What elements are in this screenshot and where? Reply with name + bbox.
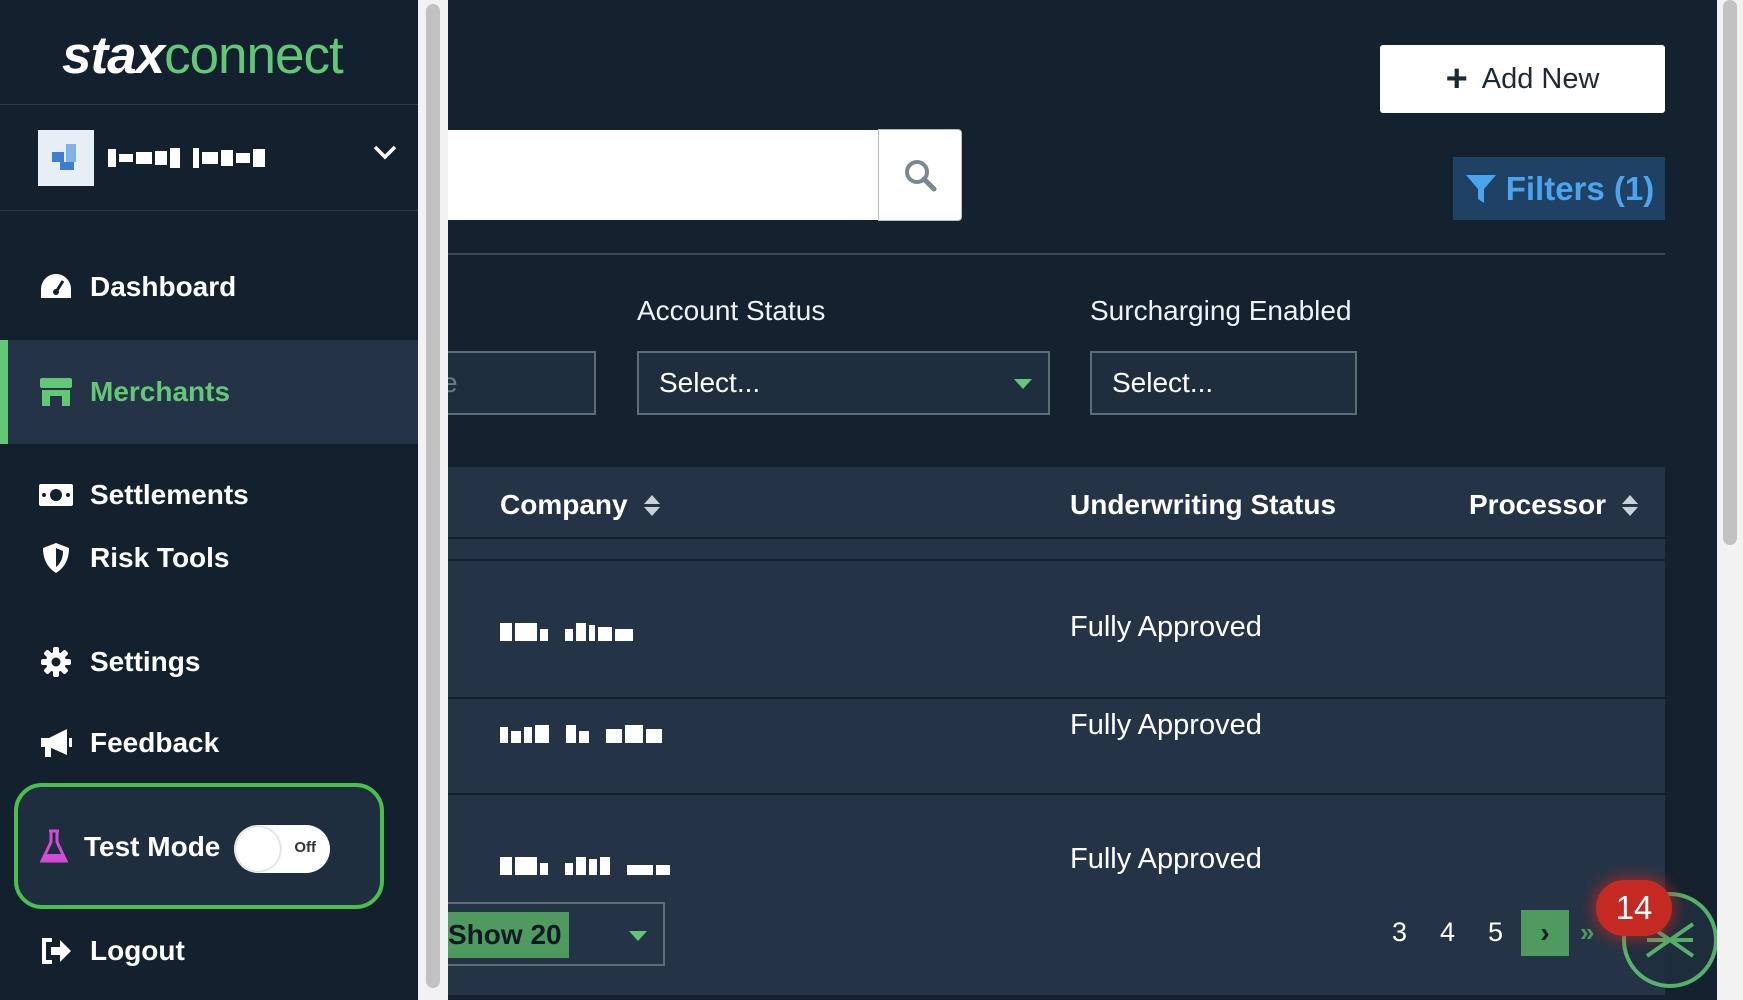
underwriting-status-cell: Fully Approved — [1070, 709, 1262, 741]
sidebar-divider — [0, 210, 418, 211]
table-header: Company Underwriting Status Processor — [440, 467, 1665, 539]
sidebar-item-label: Merchants — [90, 376, 231, 407]
megaphone-icon — [38, 725, 74, 761]
page-size-select[interactable]: Show 20 — [440, 902, 665, 966]
sidebar-item-feedback[interactable]: Feedback — [0, 718, 418, 768]
sidebar-item-merchants[interactable]: Merchants — [0, 340, 418, 444]
notification-badge: 14 — [1596, 880, 1672, 936]
sidebar-item-dashboard[interactable]: Dashboard — [0, 262, 418, 312]
account-avatar — [38, 130, 94, 186]
account-status-value: Select... — [659, 367, 761, 398]
page-scrollbar[interactable] — [1717, 0, 1743, 1000]
search-icon — [905, 160, 937, 192]
sidebar-scrollbar-thumb[interactable] — [426, 4, 440, 988]
next-page-button[interactable]: › — [1521, 910, 1569, 956]
sidebar-item-settings[interactable]: Settings — [0, 637, 418, 687]
sort-icon — [643, 494, 660, 516]
sidebar-item-logout[interactable]: Logout — [0, 926, 418, 976]
test-mode-label: Test Mode — [84, 831, 221, 862]
column-company[interactable]: Company — [500, 489, 660, 521]
add-new-label: Add New — [1481, 62, 1600, 95]
table-row[interactable]: Fully Approved — [440, 795, 1665, 885]
page-link-5[interactable]: 5 — [1488, 917, 1503, 948]
sidebar-item-settlements[interactable]: Settlements — [0, 470, 418, 520]
sidebar-item-label: Risk Tools — [90, 542, 230, 573]
gear-icon — [38, 644, 74, 680]
dashboard-gauge-icon — [38, 269, 74, 305]
filters-divider — [447, 253, 1665, 255]
underwriting-status-cell: Fully Approved — [1070, 843, 1262, 875]
page-size-value: Show 20 — [442, 912, 569, 958]
caret-down-icon — [629, 931, 647, 941]
sidebar-item-label: Dashboard — [90, 271, 237, 302]
page-scrollbar-thumb[interactable] — [1723, 0, 1737, 545]
sidebar-scrollbar[interactable] — [418, 0, 448, 1000]
search-input[interactable] — [440, 130, 880, 220]
sidebar-item-label: Feedback — [90, 727, 220, 758]
surcharging-value: Select... — [1112, 367, 1214, 398]
account-status-select[interactable]: Select... — [637, 351, 1050, 415]
store-icon — [38, 374, 74, 410]
company-name-redacted — [500, 725, 662, 743]
shield-icon — [38, 540, 74, 576]
sign-out-icon — [38, 933, 74, 969]
caret-down-icon — [1014, 379, 1032, 389]
staxconnect-logo[interactable]: staxconnect — [62, 26, 344, 86]
filters-button[interactable]: Filters (1) — [1453, 157, 1665, 220]
table-row[interactable]: Fully Approved — [440, 699, 1665, 795]
company-name-redacted — [500, 857, 670, 875]
test-mode-panel: Test Mode Off — [14, 783, 384, 909]
sidebar: staxconnect Dashboard Merchants Settleme… — [0, 0, 418, 1000]
column-underwriting-status: Underwriting Status — [1070, 489, 1336, 521]
logo-connect-text: connect — [164, 26, 344, 85]
flask-icon — [40, 829, 68, 863]
sidebar-item-risk-tools[interactable]: Risk Tools — [0, 533, 418, 583]
last-page-button[interactable]: » — [1580, 917, 1594, 948]
toggle-state-label: Off — [294, 839, 316, 856]
column-underwriting-label: Underwriting Status — [1070, 489, 1337, 520]
sidebar-item-label: Settings — [90, 646, 201, 677]
filter-funnel-icon — [1465, 174, 1496, 203]
logo-stax-text: stax — [62, 26, 165, 85]
chevron-down-icon — [373, 145, 397, 160]
toggle-knob — [236, 827, 280, 871]
account-switcher[interactable] — [38, 128, 398, 188]
table-row[interactable]: Fully Approved — [440, 563, 1665, 699]
partial-filter-input[interactable]: e — [440, 351, 596, 415]
search-button[interactable] — [878, 129, 962, 221]
page-link-4[interactable]: 4 — [1440, 917, 1455, 948]
column-processor[interactable]: Processor — [1469, 489, 1638, 521]
column-processor-label: Processor — [1469, 489, 1606, 520]
sidebar-divider — [0, 104, 418, 105]
test-mode-toggle[interactable]: Off — [234, 825, 330, 873]
sidebar-item-label: Settlements — [90, 479, 249, 510]
table-spacer — [440, 541, 1665, 561]
filters-label: Filters (1) — [1505, 169, 1655, 207]
add-new-button[interactable]: + Add New — [1380, 45, 1665, 113]
column-company-label: Company — [500, 489, 628, 520]
sidebar-item-label: Logout — [90, 935, 185, 966]
money-bill-icon — [38, 477, 74, 513]
surcharging-label: Surcharging Enabled — [1090, 295, 1352, 326]
account-status-label: Account Status — [637, 295, 826, 326]
plus-icon: + — [1445, 58, 1468, 100]
page-link-3[interactable]: 3 — [1392, 917, 1407, 948]
account-name-redacted — [108, 148, 265, 168]
surcharging-select[interactable]: Select... — [1090, 351, 1357, 415]
sort-icon — [1621, 494, 1638, 516]
company-name-redacted — [500, 623, 633, 641]
underwriting-status-cell: Fully Approved — [1070, 611, 1262, 643]
